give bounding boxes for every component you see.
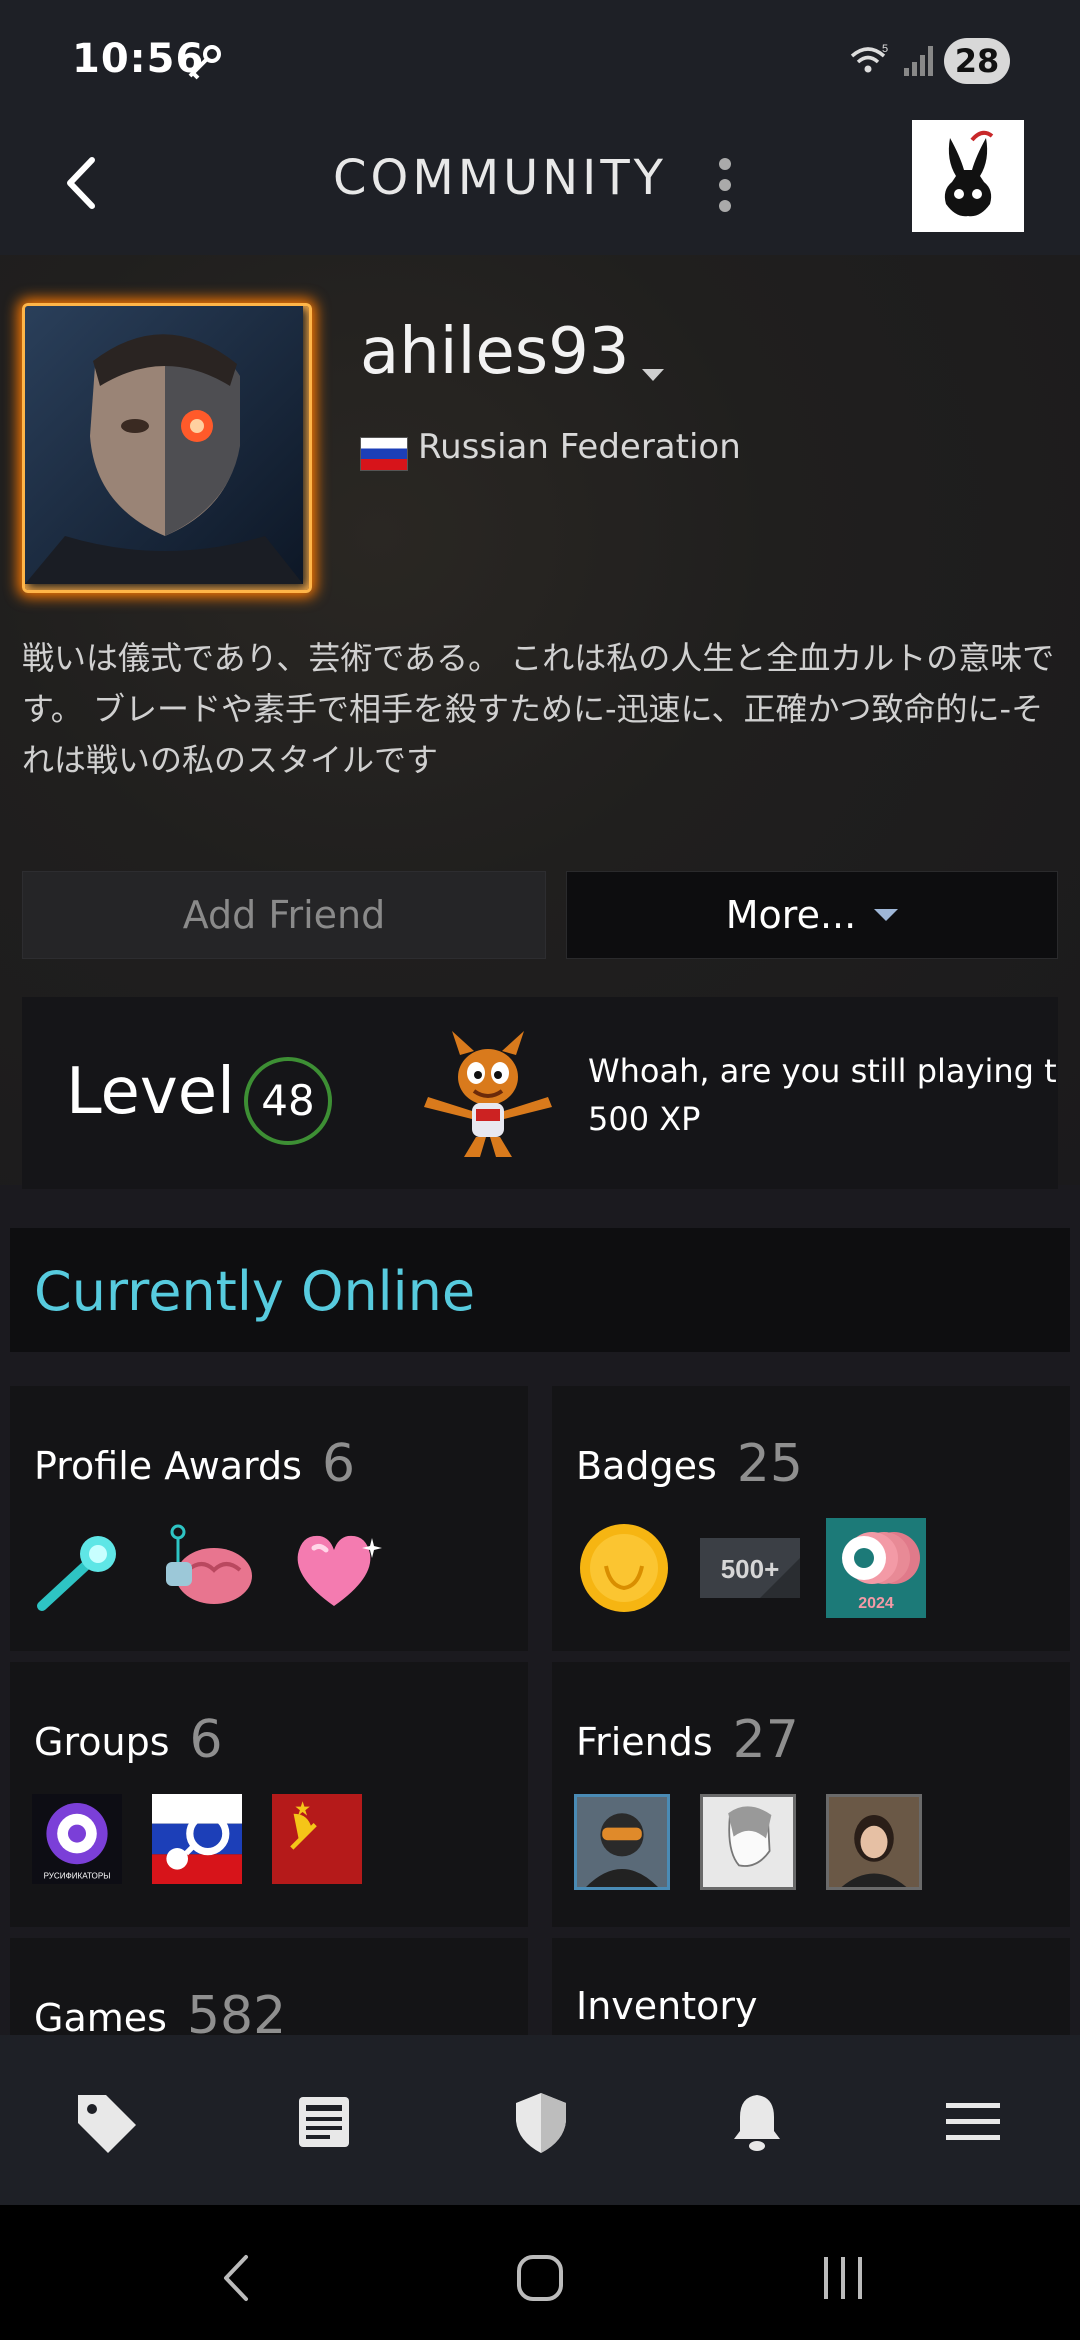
more-label: More... <box>725 893 857 937</box>
add-friend-label: Add Friend <box>182 893 386 937</box>
hamburger-icon[interactable] <box>938 2087 1008 2157</box>
tag-icon[interactable] <box>72 2087 142 2157</box>
status-bar: 10:56 5 28 <box>0 0 1080 120</box>
group-rusifikatory-caption: РУСИФИКАТОРЫ <box>44 1872 111 1881</box>
friends-title: Friends 27 <box>576 1708 799 1770</box>
profile-awards-tile[interactable]: Profile Awards 6 <box>10 1386 528 1651</box>
featured-badge-name: Whoah, are you still playing this <box>588 1052 1058 1090</box>
badges-label: Badges <box>576 1444 717 1488</box>
heart-award-icon[interactable] <box>284 1518 384 1618</box>
caret-down-icon <box>874 909 899 921</box>
online-status-text: Currently Online <box>34 1260 476 1323</box>
groups-title: Groups 6 <box>34 1708 223 1770</box>
games-label: Games <box>34 1996 167 2035</box>
groups-icons: РУСИФИКАТОРЫ <box>32 1794 362 1894</box>
profile-header: ahiles93 Russian Federation 戦いは儀式であり、芸術で… <box>0 255 1080 1189</box>
kebab-menu-icon[interactable] <box>700 150 750 220</box>
key-icon <box>188 45 221 80</box>
games-title: Games 582 <box>34 1984 286 2035</box>
friends-count: 27 <box>732 1710 799 1770</box>
friend-avatar[interactable] <box>700 1794 796 1890</box>
wifi-icon: 5 <box>850 43 888 73</box>
system-navigation-bar <box>0 2205 1080 2340</box>
news-icon[interactable] <box>289 2087 359 2157</box>
featured-badge-xp: 500 XP <box>588 1100 701 1138</box>
friend-avatar[interactable] <box>826 1794 922 1890</box>
badges-tile[interactable]: Badges 25 500+ 2024 <box>552 1386 1070 1651</box>
group-rusifikatory-icon[interactable]: РУСИФИКАТОРЫ <box>32 1794 122 1884</box>
page-title: COMMUNITY <box>333 150 667 206</box>
inventory-title: Inventory <box>576 1984 758 2028</box>
games-500-badge-icon[interactable]: 500+ <box>700 1518 800 1618</box>
friend-avatar[interactable] <box>574 1794 670 1890</box>
games-500-badge-text: 500+ <box>721 1554 780 1584</box>
wifi-superscript: 5 <box>882 43 888 55</box>
russia-flag-icon <box>360 437 408 471</box>
badges-count: 25 <box>736 1434 803 1494</box>
inventory-tile[interactable]: Inventory <box>552 1938 1070 2035</box>
profile-username[interactable]: ahiles93 <box>360 315 630 389</box>
bottom-navigation <box>0 2035 1080 2205</box>
games-tile[interactable]: Games 582 <box>10 1938 528 2035</box>
games-count: 582 <box>186 1986 287 2035</box>
profile-awards-icons <box>32 1518 384 1618</box>
steam-years-badge-text: 2024 <box>858 1595 894 1612</box>
profile-awards-label: Profile Awards <box>34 1444 302 1488</box>
level-badge: 48 <box>244 1057 332 1145</box>
more-button[interactable]: More... <box>566 871 1058 959</box>
groups-tile[interactable]: Groups 6 РУСИФИКАТОРЫ <box>10 1662 528 1927</box>
inventory-label: Inventory <box>576 1984 758 2028</box>
signal-icon <box>904 46 933 76</box>
friends-label: Friends <box>576 1720 713 1764</box>
system-home-icon[interactable] <box>505 2243 575 2313</box>
online-status-card: Currently Online <box>10 1228 1070 1352</box>
badges-icons: 500+ 2024 <box>574 1518 926 1618</box>
group-ussr-icon[interactable] <box>272 1794 362 1884</box>
shield-icon[interactable] <box>506 2087 576 2157</box>
friends-tile[interactable]: Friends 27 <box>552 1662 1070 1927</box>
battery-indicator: 28 <box>944 38 1010 84</box>
profile-avatar-image <box>25 306 303 584</box>
system-back-icon[interactable] <box>202 2243 272 2313</box>
featured-badge-image <box>424 1031 552 1157</box>
add-friend-button[interactable]: Add Friend <box>22 871 546 959</box>
badges-title: Badges 25 <box>576 1432 803 1494</box>
system-recents-icon[interactable] <box>808 2243 878 2313</box>
profile-country: Russian Federation <box>418 427 741 467</box>
steam-years-badge-icon[interactable]: 2024 <box>826 1518 926 1618</box>
gold-medal-badge-icon[interactable] <box>574 1518 674 1618</box>
groups-label: Groups <box>34 1720 170 1764</box>
profile-summary: 戦いは儀式であり、芸術である。 これは私の人生と全血カルトの意味です。 ブレード… <box>22 639 1055 779</box>
featured-badge-text: Whoah, are you still playing this 500 XP <box>588 1047 1058 1143</box>
friends-icons <box>574 1794 922 1894</box>
comet-award-icon[interactable] <box>32 1518 132 1618</box>
account-avatar[interactable] <box>912 120 1024 232</box>
bell-icon[interactable] <box>722 2087 792 2157</box>
level-label: Level <box>66 1055 235 1129</box>
profile-awards-count: 6 <box>321 1434 356 1494</box>
groups-count: 6 <box>189 1710 223 1770</box>
profile-awards-title: Profile Awards 6 <box>34 1432 356 1494</box>
profile-avatar[interactable] <box>22 303 312 593</box>
group-russia-steam-icon[interactable] <box>152 1794 242 1884</box>
level-card[interactable]: Level 48 Whoah, are you still playing th… <box>22 997 1058 1189</box>
caret-down-icon[interactable] <box>640 365 666 385</box>
brain-award-icon[interactable] <box>158 1518 258 1618</box>
